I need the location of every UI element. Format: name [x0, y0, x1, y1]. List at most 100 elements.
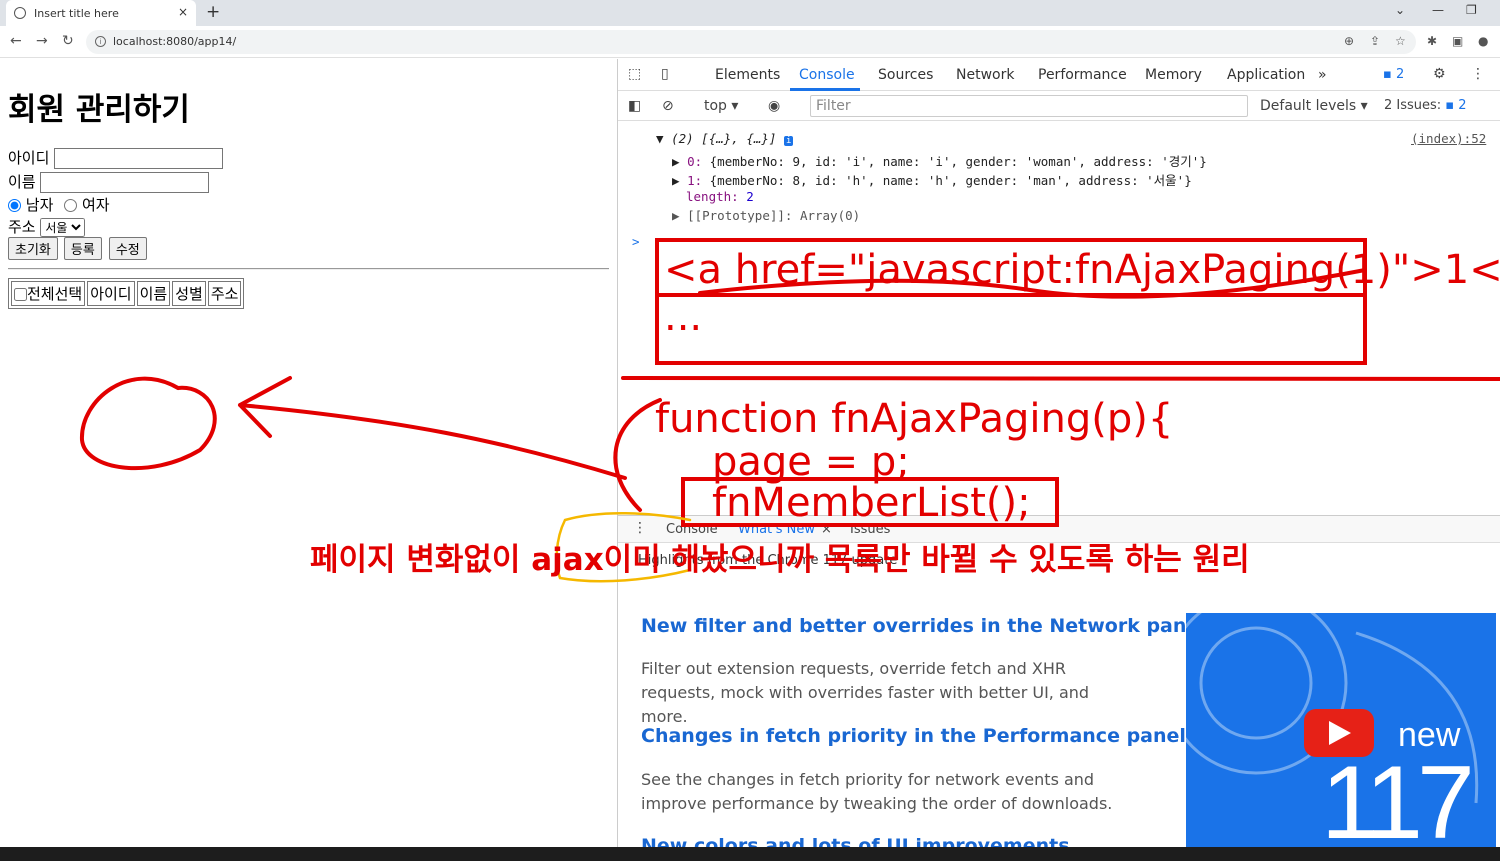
- extensions-icon[interactable]: ✱: [1427, 34, 1437, 48]
- console-prototype[interactable]: ▶ [[Prototype]]: Array(0): [672, 208, 860, 223]
- zoom-icon[interactable]: ⊕: [1344, 34, 1354, 48]
- drawer-tab-whats-new[interactable]: What's New: [738, 522, 815, 537]
- gender-male-radio[interactable]: [8, 199, 21, 212]
- gender-header: 성별: [172, 281, 206, 306]
- address-bar: ← → ↻ i localhost:8080/app14/ ⊕ ⇪ ☆ ✱ ▣ …: [0, 26, 1500, 58]
- os-taskbar: [0, 847, 1500, 861]
- whats-new-title-2[interactable]: Changes in fetch priority in the Perform…: [641, 725, 1186, 747]
- tab-console[interactable]: Console: [799, 67, 855, 83]
- more-tabs-icon[interactable]: »: [1318, 67, 1327, 83]
- id-row: 아이디: [8, 147, 224, 169]
- context-select[interactable]: top ▾: [704, 98, 738, 114]
- reset-button[interactable]: 초기화: [8, 237, 58, 260]
- minimize-icon[interactable]: —: [1432, 3, 1444, 17]
- name-row: 이름: [8, 171, 210, 193]
- name-input[interactable]: [40, 172, 210, 193]
- sidepanel-icon[interactable]: ▣: [1452, 34, 1463, 48]
- info-badge-icon: i: [783, 136, 794, 146]
- levels-select[interactable]: Default levels ▾: [1260, 98, 1368, 114]
- select-all-header: 전체선택: [11, 281, 86, 306]
- close-tab-icon[interactable]: ×: [178, 5, 188, 19]
- reload-icon[interactable]: ↻: [62, 33, 74, 49]
- share-icon[interactable]: ⇪: [1370, 34, 1380, 48]
- close-whats-new-icon[interactable]: ×: [821, 522, 832, 537]
- issues-badge[interactable]: ▪ 2: [1383, 67, 1404, 82]
- console-source-link[interactable]: (index):52: [1411, 131, 1486, 146]
- row0-key: 0:: [687, 154, 703, 169]
- length-key: length:: [686, 189, 739, 204]
- row1-key: 1:: [687, 173, 703, 188]
- console-prompt[interactable]: >: [632, 234, 640, 249]
- levels-label: Default levels: [1260, 98, 1357, 114]
- console-row-1[interactable]: ▶ 1: {memberNo: 8, id: 'h', name: 'h', g…: [672, 170, 1192, 189]
- clear-console-icon[interactable]: ⊘: [662, 98, 674, 114]
- inspect-icon[interactable]: ⬚: [628, 66, 641, 82]
- name-header: 이름: [136, 281, 171, 306]
- promo-artwork: new 117: [1186, 613, 1496, 861]
- whats-new-title-1[interactable]: New filter and better overrides in the N…: [641, 615, 1206, 637]
- page-title: 회원 관리하기: [8, 92, 190, 128]
- drawer-tab-console[interactable]: Console: [666, 522, 718, 537]
- restore-icon[interactable]: ❐: [1466, 3, 1477, 17]
- console-length: length: 2: [686, 189, 754, 204]
- eye-icon[interactable]: ◉: [768, 98, 780, 114]
- tab-sources[interactable]: Sources: [878, 67, 933, 83]
- issues-link[interactable]: 2 Issues: ▪ 2: [1384, 98, 1467, 113]
- tab-network[interactable]: Network: [956, 67, 1014, 83]
- profile-icon[interactable]: ●: [1478, 34, 1488, 48]
- gender-female-radio[interactable]: [64, 199, 78, 212]
- star-icon[interactable]: ☆: [1395, 34, 1406, 48]
- drawer-tabbar: ⋮ Console What's New × Issues: [618, 515, 1500, 543]
- whats-new-desc-2: See the changes in fetch priority for ne…: [641, 770, 1113, 813]
- issues-label: 2 Issues:: [1384, 98, 1442, 113]
- forward-icon[interactable]: →: [36, 33, 48, 49]
- prototype-text: [[Prototype]]: Array(0): [687, 208, 861, 223]
- array-summary-text: (2) [{…}, {…}]: [671, 131, 777, 146]
- browser-tabstrip: Insert title here × + ⌄ — ❐: [0, 0, 1500, 26]
- id-input[interactable]: [54, 148, 224, 169]
- row1-value: {memberNo: 8, id: 'h', name: 'h', gender…: [709, 173, 1192, 188]
- address-row: 주소 서울: [8, 216, 86, 237]
- gender-male-label: 남자: [25, 196, 54, 214]
- gender-row: 남자 여자: [8, 194, 110, 215]
- tab-memory[interactable]: Memory: [1145, 67, 1202, 83]
- gender-female-label: 여자: [81, 196, 110, 214]
- register-button[interactable]: 등록: [63, 237, 102, 260]
- device-toggle-icon[interactable]: ▯: [661, 66, 669, 82]
- modify-button[interactable]: 수정: [108, 237, 147, 260]
- chrome-117-promo[interactable]: new 117: [1186, 613, 1496, 861]
- browser-tab[interactable]: Insert title here ×: [6, 0, 196, 26]
- divider: [8, 268, 609, 270]
- settings-gear-icon[interactable]: ⚙: [1433, 66, 1446, 82]
- tab-performance[interactable]: Performance: [1038, 67, 1127, 83]
- chevron-down-icon[interactable]: ⌄: [1395, 3, 1405, 17]
- console-array-summary[interactable]: ▼ (2) [{…}, {…}] i: [656, 131, 794, 146]
- drawer-menu-icon[interactable]: ⋮: [633, 520, 647, 536]
- devtools-panel: ⬚ ▯ Elements Console Sources Network Per…: [617, 59, 1500, 861]
- address-select[interactable]: 서울: [40, 218, 86, 237]
- row0-value: {memberNo: 9, id: 'i', name: 'i', gender…: [709, 154, 1207, 169]
- console-row-0[interactable]: ▶ 0: {memberNo: 9, id: 'i', name: 'i', g…: [672, 151, 1207, 170]
- member-table: 전체선택 아이디 이름 성별 주소: [8, 278, 245, 309]
- id-label: 아이디: [8, 149, 50, 167]
- name-label: 이름: [8, 173, 36, 191]
- tab-application[interactable]: Application: [1227, 67, 1305, 83]
- filter-input[interactable]: Filter: [810, 95, 1248, 117]
- issues-count: 2: [1458, 98, 1467, 113]
- address-label: 주소: [8, 218, 36, 236]
- drawer-tab-issues[interactable]: Issues: [850, 522, 890, 537]
- tab-elements[interactable]: Elements: [715, 67, 780, 83]
- kebab-menu-icon[interactable]: ⋮: [1471, 66, 1485, 82]
- promo-version-label: 117: [1321, 745, 1470, 861]
- url-input[interactable]: i localhost:8080/app14/: [86, 30, 1416, 54]
- devtools-tabbar: ⬚ ▯ Elements Console Sources Network Per…: [618, 59, 1500, 91]
- length-value: 2: [746, 189, 754, 204]
- id-header: 아이디: [87, 281, 135, 306]
- address-header: 주소: [207, 281, 242, 306]
- back-icon[interactable]: ←: [10, 33, 22, 49]
- info-icon[interactable]: i: [95, 36, 106, 47]
- select-all-checkbox[interactable]: [14, 288, 27, 301]
- select-all-label: 전체선택: [27, 285, 83, 303]
- new-tab-button[interactable]: +: [206, 2, 220, 22]
- sidebar-toggle-icon[interactable]: ◧: [628, 98, 641, 114]
